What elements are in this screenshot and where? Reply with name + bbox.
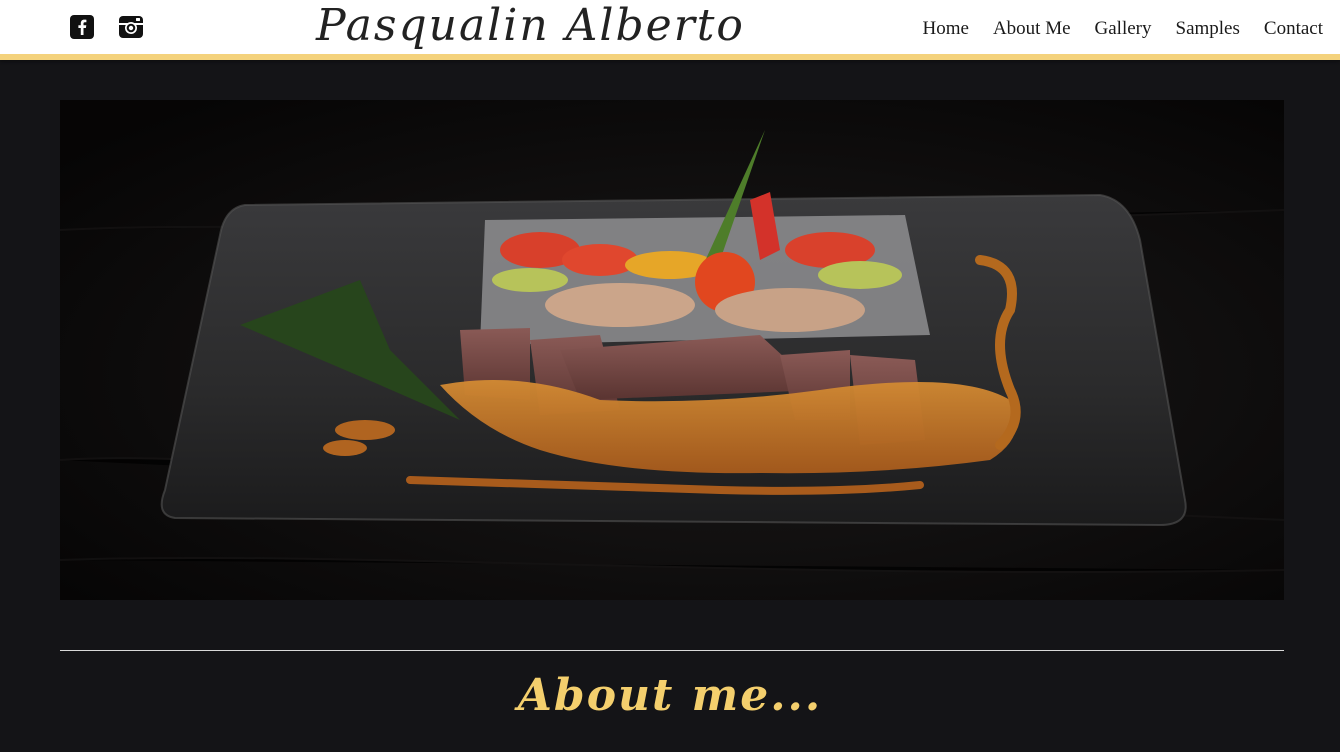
nav-gallery[interactable]: Gallery	[1095, 18, 1152, 40]
nav-samples[interactable]: Samples	[1176, 18, 1240, 40]
nav-about-me[interactable]: About Me	[993, 18, 1071, 40]
nav-home[interactable]: Home	[923, 18, 969, 40]
site-header: Pasqualin Alberto Home About Me Gallery …	[0, 0, 1340, 60]
instagram-icon[interactable]	[119, 15, 143, 39]
facebook-icon[interactable]	[70, 15, 94, 39]
about-heading: About me...	[517, 670, 823, 721]
steak-dish-photo	[60, 100, 1284, 600]
nav-contact[interactable]: Contact	[1264, 18, 1323, 40]
section-divider	[60, 650, 1284, 651]
main-nav: Home About Me Gallery Samples Contact	[899, 18, 1324, 40]
site-logo[interactable]: Pasqualin Alberto	[316, 0, 745, 51]
hero-image	[60, 100, 1284, 600]
